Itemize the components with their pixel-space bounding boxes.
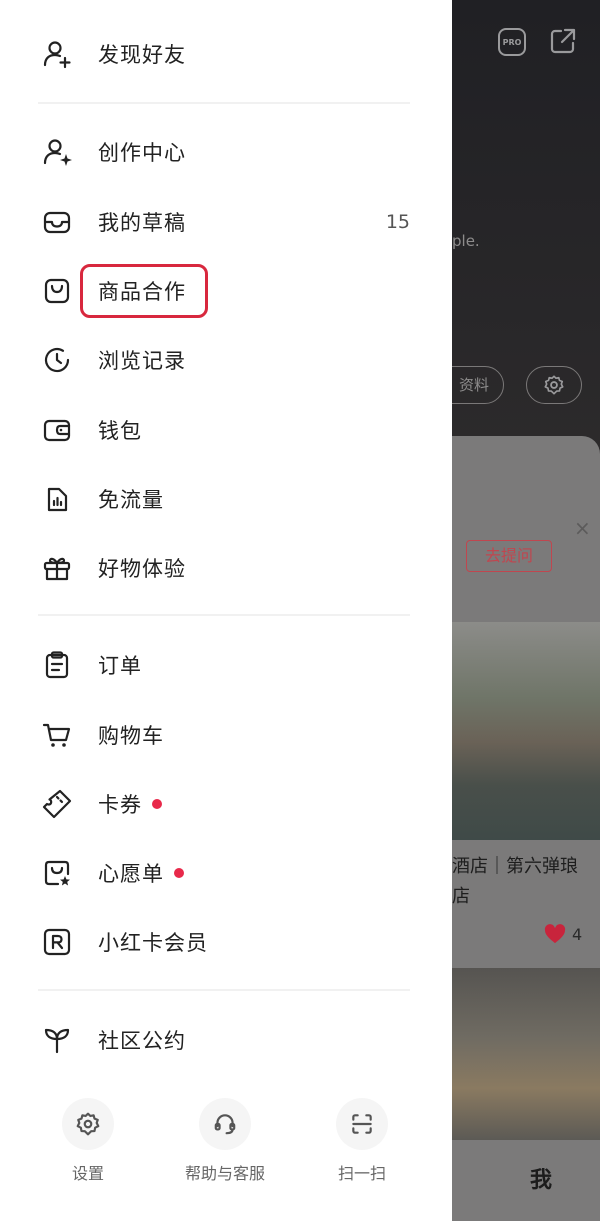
menu-item-label: 心愿单 [98,862,164,886]
settings-icon [62,1098,114,1150]
history-icon [40,343,74,377]
menu-item-red-card-membership[interactable]: 小红卡会员 [40,918,420,966]
menu-item-coupons[interactable]: 卡券 [40,780,420,828]
wishlist-icon [40,856,74,890]
post-title[interactable]: 酒店｜第六弹琅 店 [452,852,600,912]
inbox-icon [40,205,74,239]
profile-settings-button[interactable] [526,366,582,404]
menu-item-creator-center[interactable]: 创作中心 [40,128,420,176]
edit-profile-button[interactable]: 资料 [452,366,504,404]
sprout-icon [40,1023,74,1057]
divider [38,989,410,991]
help-and-service-button[interactable]: 帮助与客服 [160,1098,290,1184]
menu-item-label: 浏览记录 [98,349,186,373]
menu-item-cart[interactable]: 购物车 [40,711,420,759]
share-icon[interactable] [548,26,578,56]
menu-item-label: 卡券 [98,793,142,817]
headset-icon [199,1098,251,1150]
menu-item-label: 钱包 [98,419,142,443]
gift-icon [40,551,74,585]
notification-dot [174,868,184,878]
scan-button[interactable]: 扫一扫 [297,1098,427,1184]
highlight-box [80,264,208,318]
ask-question-button[interactable]: 去提问 [466,540,552,572]
menu-item-label: 购物车 [98,724,164,748]
wallet-icon [40,413,74,447]
close-icon[interactable]: × [574,516,591,540]
menu-item-drafts[interactable]: 我的草稿 15 [40,198,420,246]
creator-icon [40,135,74,169]
settings-button[interactable]: 设置 [23,1098,153,1184]
settings-label: 设置 [71,1164,104,1183]
bio-text: ple. [452,232,480,250]
menu-item-label: 订单 [98,654,142,678]
order-icon [40,648,74,682]
menu-item-browsing-history[interactable]: 浏览记录 [40,336,420,384]
like-count: 4 [572,924,583,944]
gear-icon [544,375,564,395]
menu-item-label: 创作中心 [98,141,186,165]
menu-item-label: 社区公约 [98,1029,186,1053]
menu-item-label: 好物体验 [98,557,186,581]
data-saver-icon [40,482,74,516]
add-friend-icon [40,37,74,71]
divider [38,102,410,104]
menu-item-label: 我的草稿 [98,211,186,235]
menu-item-wishlist[interactable]: 心愿单 [40,849,420,897]
divider [38,614,410,616]
tab-me[interactable]: 我 [530,1162,552,1194]
menu-item-orders[interactable]: 订单 [40,641,420,689]
coupon-icon [40,787,74,821]
side-drawer: 发现好友 创作中心 我的草稿 15 商品合作 浏览记录 钱包 免流量 好物体验 … [0,0,452,1221]
post-likes[interactable]: 4 [544,924,582,944]
menu-item-community-guidelines[interactable]: 社区公约 [40,1016,420,1064]
menu-item-label: 小红卡会员 [98,931,208,955]
menu-item-wallet[interactable]: 钱包 [40,406,420,454]
scan-label: 扫一扫 [337,1164,386,1183]
membership-card-icon [40,925,74,959]
post-cover-image[interactable] [452,622,600,840]
drafts-count: 15 [385,211,410,233]
post-cover-image[interactable] [452,968,600,1140]
help-label: 帮助与客服 [184,1164,265,1183]
heart-icon [544,924,566,944]
shopping-bag-icon [40,274,74,308]
pro-badge-icon[interactable]: PRO [498,28,526,56]
notes-feed: × 去提问 酒店｜第六弹琅 店 4 我 [452,436,600,1221]
scan-icon [336,1098,388,1150]
notification-dot [152,799,162,809]
menu-item-product-trial[interactable]: 好物体验 [40,544,420,592]
menu-item-label: 免流量 [98,488,164,512]
menu-item-data-free[interactable]: 免流量 [40,475,420,523]
menu-item-discover-friends[interactable]: 发现好友 [40,30,420,78]
profile-page-background: PRO ple. 资料 × 去提问 酒店｜第六弹琅 店 4 我 [452,0,600,1221]
menu-item-label: 发现好友 [98,43,186,67]
cart-icon [40,718,74,752]
